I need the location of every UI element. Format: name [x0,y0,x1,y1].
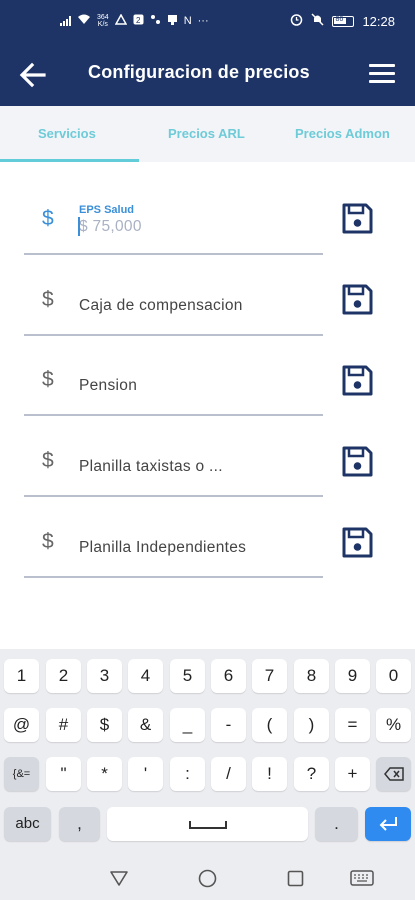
key-hyphen[interactable]: - [211,708,246,742]
net-speed: 364 K/s [97,14,109,28]
enter-icon [379,817,397,831]
page-title: Configuracion de precios [88,62,310,82]
key-hash[interactable]: # [46,708,81,742]
key-equals[interactable]: = [335,708,370,742]
tab-indicator [0,159,139,162]
key-percent[interactable]: % [376,708,411,742]
key-colon[interactable]: : [170,757,205,791]
abc-key[interactable]: abc [4,807,51,841]
dollar-icon: $ [42,207,54,230]
key-9[interactable]: 9 [335,659,370,693]
key-slash[interactable]: / [211,757,246,791]
menu-button[interactable] [369,64,395,84]
floppy-disk-icon[interactable] [341,202,374,235]
key-apostrophe[interactable]: ' [128,757,163,791]
signal-icon [60,16,71,26]
dollar-icon: $ [42,530,54,553]
status-left: 364 K/s 2 N ··· [60,13,209,28]
app-bar: Configuracion de precios [0,42,415,106]
key-3[interactable]: 3 [87,659,122,693]
comma-key[interactable]: , [59,807,100,841]
space-bar-icon [188,821,227,829]
field-label: Caja de compensacion [79,297,243,314]
key-close-paren[interactable]: ) [294,708,329,742]
tab-precios-arl[interactable]: Precios ARL [168,126,245,141]
svg-text:2: 2 [136,16,141,25]
key-8[interactable]: 8 [294,659,329,693]
field-label: Pension [79,377,138,394]
hamburger-icon [369,64,395,67]
key-6[interactable]: 6 [211,659,246,693]
system-nav-bar [0,858,415,900]
hamburger-icon-line [369,80,395,83]
floppy-disk-icon[interactable] [341,526,374,559]
key-asterisk[interactable]: * [87,757,122,791]
nav-home-icon[interactable] [198,869,217,888]
floppy-disk-icon[interactable] [341,445,374,478]
wifi-icon [77,14,91,28]
key-question[interactable]: ? [294,757,329,791]
key-underscore[interactable]: _ [170,708,205,742]
notification-icon-c [150,14,161,28]
key-dollar[interactable]: $ [87,708,122,742]
mute-icon [311,13,324,29]
dollar-icon: $ [42,449,54,472]
status-right: 86 12:28 [290,13,395,29]
key-1[interactable]: 1 [4,659,39,693]
more-notifications-icon: ··· [197,15,209,27]
tab-bar: Servicios Precios ARL Precios Admon [0,106,415,162]
backspace-icon [383,767,404,781]
dollar-icon: $ [42,368,54,391]
battery-icon: 86 [332,15,355,27]
backspace-key[interactable] [376,757,411,791]
key-at[interactable]: @ [4,708,39,742]
key-2[interactable]: 2 [46,659,81,693]
tab-precios-admon[interactable]: Precios Admon [295,126,390,141]
nav-back-icon[interactable] [109,870,129,887]
floppy-disk-icon[interactable] [341,283,374,316]
nfc-icon: N [183,15,192,27]
key-plus[interactable]: + [335,757,370,791]
period-key[interactable]: . [315,807,358,841]
notification-icon-b: 2 [133,14,144,28]
pension-field[interactable]: $ Pension [24,342,323,416]
key-4[interactable]: 4 [128,659,163,693]
arrow-left-icon [19,62,46,88]
symbols-page-key[interactable]: {&= [4,757,39,791]
soft-keyboard: 1 2 3 4 5 6 7 8 9 0 @ # $ & _ - ( ) = % … [0,649,415,858]
eps-salud-field[interactable]: $ EPS Salud [24,181,323,255]
space-key[interactable] [107,807,308,841]
field-label: Planilla taxistas o ... [79,458,223,475]
text-cursor [78,217,80,236]
battery-level: 86 [335,15,344,23]
floppy-disk-icon[interactable] [341,364,374,397]
notification-icon-d [167,14,178,28]
field-label: Planilla Independientes [79,539,247,556]
key-0[interactable]: 0 [376,659,411,693]
notification-icon-a [114,13,127,28]
hamburger-icon-line [369,72,395,75]
dollar-icon: $ [42,288,54,311]
key-double-quote[interactable]: " [46,757,81,791]
planilla-independientes-field[interactable]: $ Planilla Independientes [24,504,323,578]
enter-key[interactable] [365,807,411,841]
keyboard-hide-icon[interactable] [350,870,374,887]
key-open-paren[interactable]: ( [252,708,287,742]
key-5[interactable]: 5 [170,659,205,693]
net-speed-unit: K/s [97,21,108,28]
key-exclamation[interactable]: ! [252,757,287,791]
alarm-icon [290,13,303,29]
key-ampersand[interactable]: & [128,708,163,742]
eps-salud-input[interactable] [79,218,299,236]
back-button[interactable] [18,60,48,90]
status-bar: 364 K/s 2 N ··· 86 12:28 [0,0,415,42]
planilla-taxistas-field[interactable]: $ Planilla taxistas o ... [24,423,323,497]
tab-servicios[interactable]: Servicios [38,126,96,141]
caja-compensacion-field[interactable]: $ Caja de compensacion [24,262,323,336]
nav-recents-icon[interactable] [287,870,304,887]
field-label: EPS Salud [79,204,135,216]
key-7[interactable]: 7 [252,659,287,693]
clock: 12:28 [362,13,395,29]
net-speed-value: 364 [97,14,109,21]
